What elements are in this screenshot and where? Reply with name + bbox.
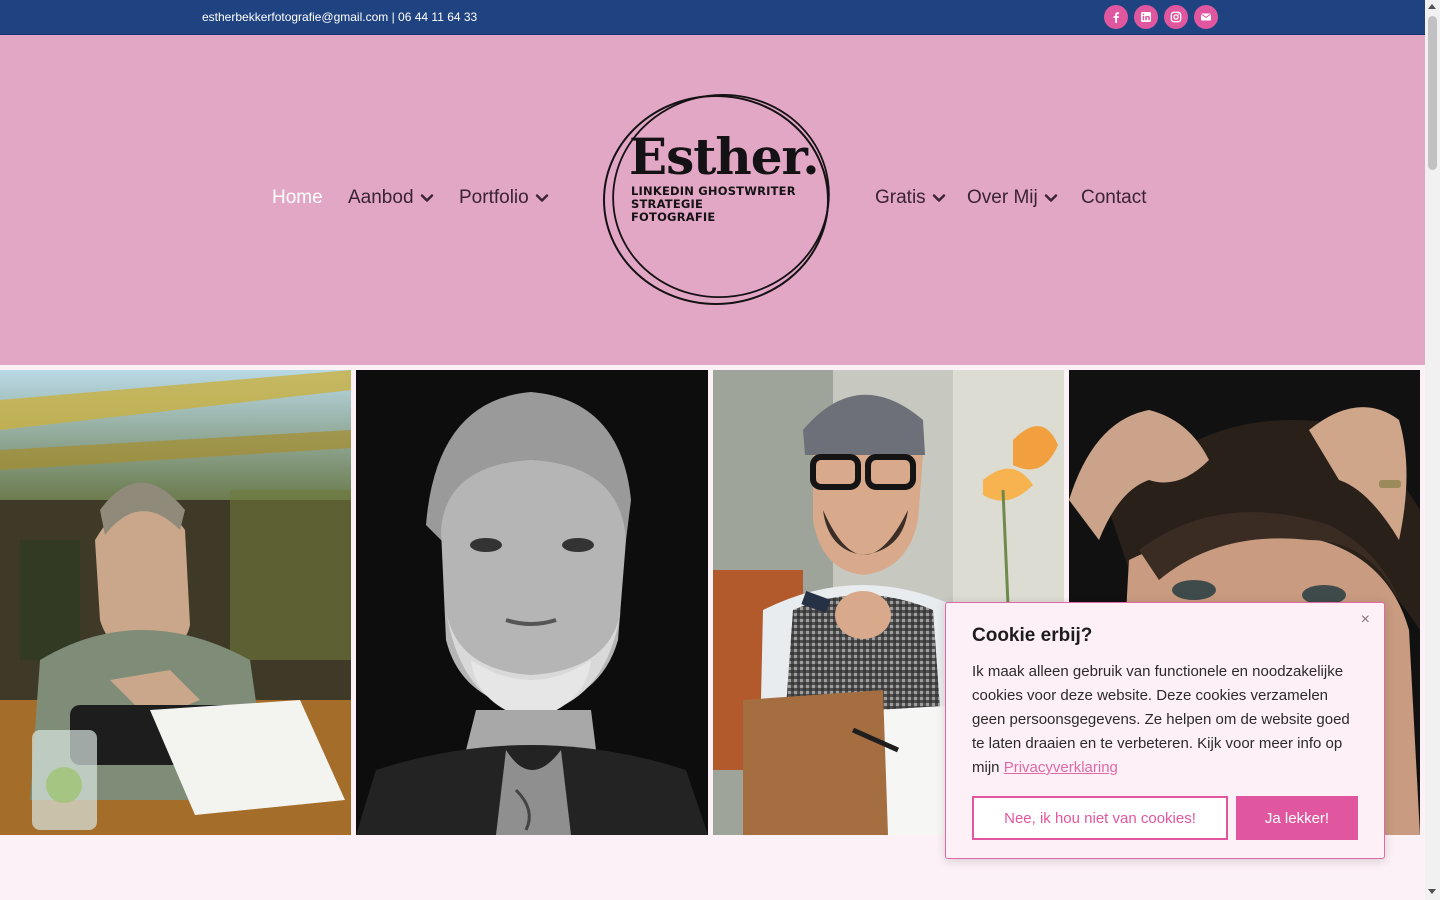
nav-aanbod-label: Aanbod <box>348 187 414 208</box>
page-scrollbar[interactable] <box>1425 0 1440 900</box>
logo-name: Esther. <box>629 127 820 186</box>
nav-contact-label: Contact <box>1081 187 1147 208</box>
top-bar: estherbekkerfotografie@gmail.com | 06 44… <box>0 0 1425 35</box>
nav-contact[interactable]: Contact <box>1081 187 1146 209</box>
chevron-down-icon <box>420 194 433 202</box>
cookie-text: Ik maak alleen gebruik van functionele e… <box>972 660 1364 780</box>
cookie-dialog: × Cookie erbij? Ik maak alleen gebruik v… <box>945 602 1385 859</box>
scroll-up-arrow-icon[interactable] <box>1428 4 1436 9</box>
photo-image <box>356 370 708 835</box>
nav-aanbod[interactable]: Aanbod <box>348 187 434 209</box>
nav-home-label: Home <box>272 187 323 208</box>
decline-cookies-button[interactable]: Nee, ik hou niet van cookies! <box>972 796 1228 840</box>
scroll-down-arrow-icon[interactable] <box>1428 889 1436 894</box>
gallery-photo-typewriter[interactable] <box>0 370 351 835</box>
photo-image <box>0 370 351 835</box>
facebook-icon[interactable] <box>1104 5 1128 29</box>
accept-cookies-button[interactable]: Ja lekker! <box>1236 796 1358 840</box>
nav-over-mij[interactable]: Over Mij <box>967 187 1058 209</box>
site-logo[interactable]: Esther. LINKEDIN GHOSTWRITER STRATEGIE F… <box>600 88 840 308</box>
nav-gratis-label: Gratis <box>875 187 926 208</box>
scroll-thumb[interactable] <box>1428 16 1437 170</box>
privacy-link[interactable]: Privacyverklaring <box>1004 759 1118 776</box>
logo-tagline-2: STRATEGIE <box>631 197 704 211</box>
logo-tagline-3: FOTOGRAFIE <box>631 210 716 224</box>
nav-over-mij-label: Over Mij <box>967 187 1038 208</box>
nav-home[interactable]: Home <box>272 187 323 209</box>
social-links <box>1104 5 1218 29</box>
chevron-down-icon <box>1044 194 1057 202</box>
site-header: Home Aanbod Portfolio Esther. LINKEDIN G… <box>0 35 1425 365</box>
envelope-icon[interactable] <box>1194 5 1218 29</box>
nav-gratis[interactable]: Gratis <box>875 187 946 209</box>
nav-portfolio-label: Portfolio <box>459 187 529 208</box>
close-icon[interactable]: × <box>1361 612 1370 628</box>
linkedin-icon[interactable] <box>1134 5 1158 29</box>
cookie-title: Cookie erbij? <box>972 625 1093 646</box>
nav-portfolio[interactable]: Portfolio <box>459 187 549 209</box>
chevron-down-icon <box>535 194 548 202</box>
gallery-photo-bw-portrait[interactable] <box>356 370 708 835</box>
chevron-down-icon <box>932 194 945 202</box>
logo-tagline-1: LINKEDIN GHOSTWRITER <box>631 184 796 198</box>
contact-info[interactable]: estherbekkerfotografie@gmail.com | 06 44… <box>202 10 477 24</box>
instagram-icon[interactable] <box>1164 5 1188 29</box>
